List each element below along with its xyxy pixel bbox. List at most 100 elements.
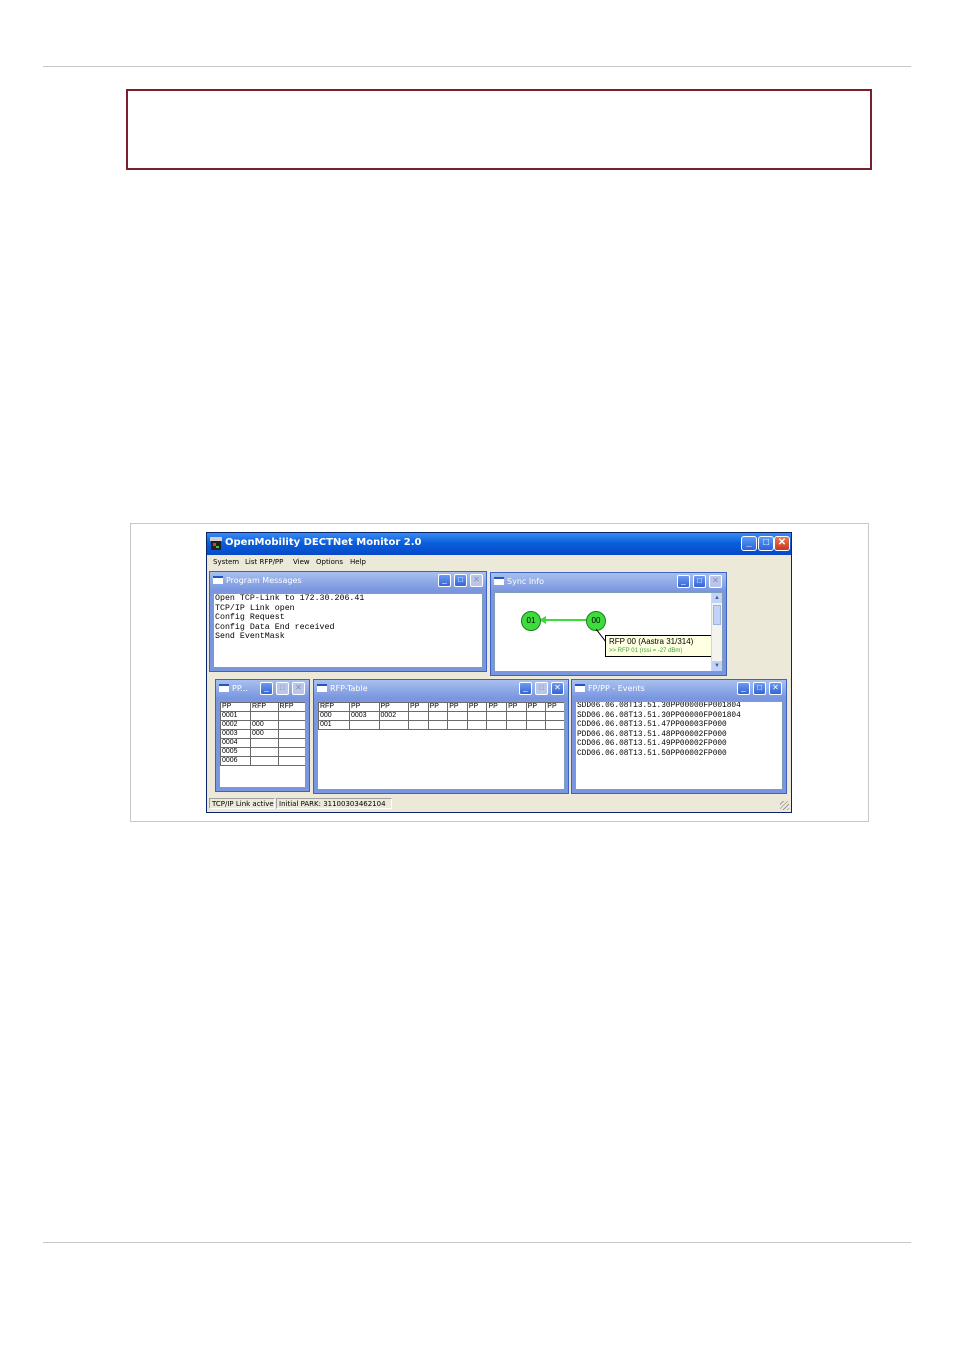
column-header[interactable]: RFP bbox=[318, 702, 350, 712]
child-minimize-button[interactable]: _ bbox=[677, 575, 690, 588]
rfp-node-01[interactable]: 01 bbox=[521, 611, 541, 631]
column-header[interactable]: PP bbox=[486, 702, 508, 712]
child-close-button[interactable]: ✕ bbox=[709, 575, 722, 588]
pp-list-titlebar[interactable]: PP... _ □ ✕ bbox=[216, 680, 309, 698]
minimize-icon: _ bbox=[741, 683, 746, 692]
table-cell bbox=[250, 738, 279, 748]
sync-info-titlebar[interactable]: Sync Info _ □ ✕ bbox=[491, 573, 726, 591]
table-row[interactable]: 0003 000 bbox=[220, 729, 305, 739]
scroll-down-icon[interactable]: ▼ bbox=[712, 661, 722, 671]
table-row[interactable]: 0004 bbox=[220, 738, 305, 748]
table-cell: 0005 bbox=[220, 747, 252, 757]
table-cell bbox=[506, 720, 527, 730]
menu-system[interactable]: System bbox=[213, 558, 239, 566]
maximize-icon: □ bbox=[697, 576, 702, 585]
table-header-row: RFP PP PP PP PP PP PP PP PP PP PP bbox=[318, 702, 564, 712]
log-line: Open TCP-Link to 172.30.206.41 bbox=[215, 594, 365, 603]
table-row[interactable]: 0002 000 bbox=[220, 720, 305, 730]
table-row[interactable]: 0006 bbox=[220, 756, 305, 766]
tooltip-title: RFP 00 (Aastra 31/314) bbox=[609, 637, 694, 646]
column-header[interactable]: PP bbox=[349, 702, 380, 712]
notice-box bbox=[126, 89, 872, 170]
table-cell bbox=[427, 720, 449, 730]
child-minimize-button[interactable]: _ bbox=[519, 682, 532, 695]
maximize-icon: □ bbox=[539, 683, 544, 692]
program-messages-window: Program Messages _ □ ✕ Open TCP-Link to … bbox=[209, 571, 487, 672]
column-header[interactable]: PP bbox=[427, 702, 449, 712]
rfp-table-titlebar[interactable]: RFP-Table _ □ ✕ bbox=[314, 680, 568, 698]
table-cell bbox=[486, 720, 508, 730]
table-cell: 0002 bbox=[378, 711, 410, 721]
bottom-rule bbox=[43, 1242, 911, 1243]
status-link: TCP/IP Link active bbox=[209, 798, 275, 809]
close-icon: ✕ bbox=[473, 575, 480, 584]
event-line: CDD06.06.08T13.51.50PP00002FP000 bbox=[577, 749, 727, 758]
column-header[interactable]: RFP bbox=[277, 702, 305, 712]
child-maximize-button[interactable]: □ bbox=[454, 574, 467, 587]
window-icon bbox=[494, 577, 504, 585]
child-close-button[interactable]: ✕ bbox=[551, 682, 564, 695]
scroll-thumb[interactable] bbox=[713, 605, 721, 625]
minimize-button[interactable]: _ bbox=[741, 536, 757, 551]
table-cell: 000 bbox=[318, 711, 350, 721]
table-row[interactable]: 001 bbox=[318, 720, 564, 730]
table-cell: 0004 bbox=[220, 738, 252, 748]
column-header[interactable]: PP bbox=[378, 702, 410, 712]
table-row[interactable]: 0005 bbox=[220, 747, 305, 757]
table-cell: 0001 bbox=[220, 711, 252, 721]
table-cell: 0003 bbox=[220, 729, 252, 739]
sync-info-title: Sync Info bbox=[507, 577, 544, 586]
table-cell: 0003 bbox=[349, 711, 380, 721]
child-close-button[interactable]: ✕ bbox=[769, 682, 782, 695]
pp-table-area: PP RFP RFP 0001 0002 000 0003 000 0004 000… bbox=[219, 701, 306, 788]
log-line: Config Data End received bbox=[215, 622, 335, 632]
log-line: TCP/IP Link open bbox=[215, 603, 295, 613]
table-cell bbox=[349, 720, 380, 730]
rfp-tooltip: RFP 00 (Aastra 31/314) >> RFP 01 (rssi =… bbox=[605, 635, 712, 657]
sync-scrollbar[interactable]: ▲ ▼ bbox=[711, 593, 722, 671]
menu-list-rfp-pp[interactable]: List RFP/PP bbox=[245, 558, 283, 566]
column-header[interactable]: RFP bbox=[250, 702, 279, 712]
child-close-button[interactable]: ✕ bbox=[470, 574, 483, 587]
table-cell bbox=[277, 756, 305, 766]
close-icon: ✕ bbox=[554, 683, 561, 692]
program-messages-titlebar[interactable]: Program Messages _ □ ✕ bbox=[210, 572, 486, 590]
column-header[interactable]: PP bbox=[525, 702, 547, 712]
mdi-client-area: Program Messages _ □ ✕ Open TCP-Link to … bbox=[207, 569, 791, 796]
table-row[interactable]: 0001 bbox=[220, 711, 305, 721]
child-minimize-button[interactable]: _ bbox=[438, 574, 451, 587]
column-header[interactable]: PP bbox=[545, 702, 564, 712]
column-header[interactable]: PP bbox=[220, 702, 252, 712]
child-minimize-button[interactable]: _ bbox=[260, 682, 273, 695]
close-button[interactable]: ✕ bbox=[774, 536, 790, 551]
close-icon: ✕ bbox=[777, 537, 787, 548]
child-minimize-button[interactable]: _ bbox=[737, 682, 750, 695]
close-icon: ✕ bbox=[712, 576, 719, 585]
close-icon: ✕ bbox=[772, 683, 779, 692]
child-maximize-button[interactable]: □ bbox=[535, 682, 548, 695]
table-cell bbox=[277, 720, 305, 730]
events-titlebar[interactable]: FP/PP - Events _ □ ✕ bbox=[572, 680, 786, 698]
column-header[interactable]: PP bbox=[506, 702, 527, 712]
table-row[interactable]: 000 0003 0002 bbox=[318, 711, 564, 721]
menu-view[interactable]: View bbox=[293, 558, 310, 566]
column-header[interactable]: PP bbox=[447, 702, 468, 712]
event-line: CDD06.06.08T13.51.47PP00003FP000 bbox=[577, 721, 727, 730]
column-header[interactable]: PP bbox=[466, 702, 488, 712]
maximize-button[interactable]: □ bbox=[758, 536, 774, 551]
child-maximize-button[interactable]: □ bbox=[753, 682, 766, 695]
menu-options[interactable]: Options bbox=[316, 558, 343, 566]
scroll-up-icon[interactable]: ▲ bbox=[712, 593, 722, 603]
program-messages-log: Open TCP-Link to 172.30.206.41 TCP/IP Li… bbox=[213, 593, 483, 668]
resize-grip-icon[interactable] bbox=[780, 801, 789, 810]
table-cell bbox=[250, 747, 279, 757]
child-maximize-button[interactable]: □ bbox=[276, 682, 289, 695]
rfp-node-00[interactable]: 00 bbox=[586, 611, 606, 631]
main-window-titlebar[interactable]: OpenMobility DECTNet Monitor 2.0 _ □ ✕ bbox=[207, 533, 791, 555]
menu-help[interactable]: Help bbox=[350, 558, 366, 566]
column-header[interactable]: PP bbox=[408, 702, 429, 712]
child-maximize-button[interactable]: □ bbox=[693, 575, 706, 588]
top-rule bbox=[43, 66, 911, 67]
child-close-button[interactable]: ✕ bbox=[292, 682, 305, 695]
minimize-icon: _ bbox=[681, 576, 686, 585]
